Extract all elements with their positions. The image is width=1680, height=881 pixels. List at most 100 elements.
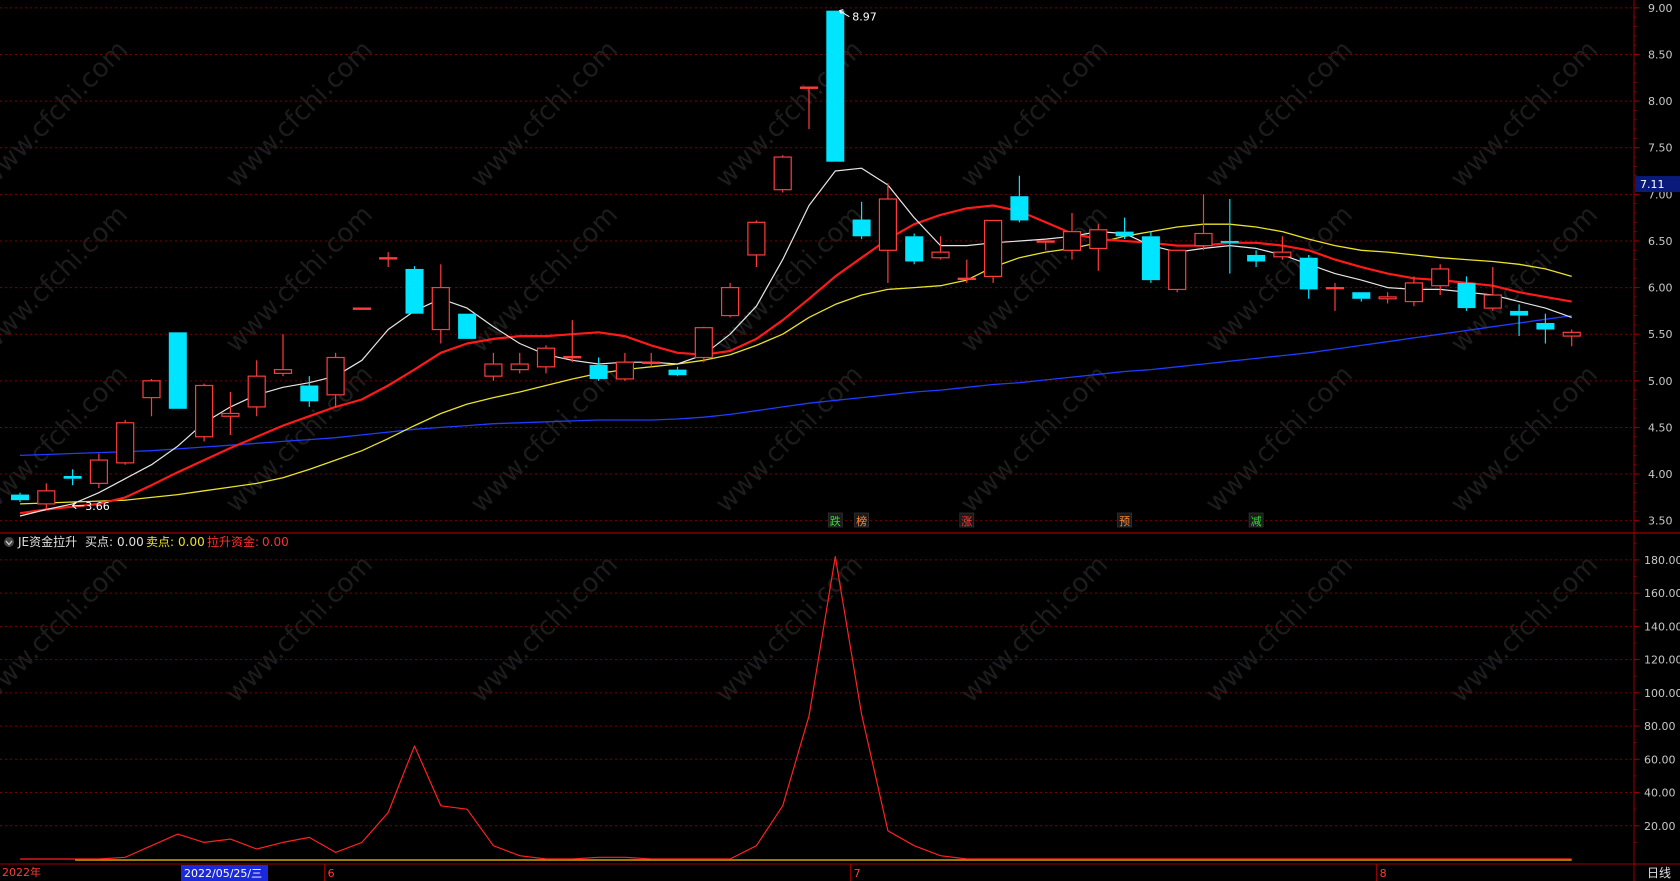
price-tick-label: 9.00 (1648, 2, 1673, 15)
candle[interactable] (89, 453, 109, 489)
candle-body-down (1141, 236, 1160, 281)
watermark-text: www.cfchi.com (955, 550, 1114, 709)
event-marker-label: 涨 (961, 515, 972, 528)
buy-label: 买点: (85, 535, 113, 549)
candle-body-up (37, 490, 56, 505)
candle-body-down (1220, 240, 1239, 243)
watermark-text: www.cfchi.com (1445, 550, 1604, 709)
period-label[interactable]: 日线 (1647, 866, 1671, 880)
candle[interactable] (1247, 250, 1266, 268)
candle[interactable] (642, 352, 661, 367)
candle-body-up (720, 286, 740, 317)
candle[interactable] (536, 345, 556, 374)
candle[interactable] (1325, 282, 1345, 311)
candle[interactable] (1562, 329, 1581, 347)
candle-body-up (1378, 296, 1397, 300)
candle[interactable] (826, 10, 845, 162)
candle[interactable] (694, 326, 713, 363)
candle[interactable] (905, 233, 924, 265)
watermark-text: www.cfchi.com (955, 200, 1114, 359)
candle[interactable] (1352, 292, 1371, 302)
candle[interactable] (615, 352, 635, 381)
watermark-text: www.cfchi.com (465, 360, 624, 519)
candle[interactable] (1404, 276, 1424, 307)
candle[interactable] (1194, 194, 1213, 251)
candle[interactable] (1168, 249, 1187, 293)
candle-body-up (352, 307, 371, 310)
candle[interactable] (1115, 217, 1134, 240)
indicator-tick-label: 160.00 (1644, 587, 1680, 600)
candle-body-up (1089, 229, 1108, 250)
candle-body-up (747, 221, 766, 256)
collapse-icon[interactable] (4, 537, 14, 547)
watermark-text: www.cfchi.com (0, 35, 134, 194)
candle-body-up (431, 286, 450, 331)
indicator-legend: JE资金拉升 买点: 0.00 卖点: 0.00 拉升资金: 0.00 (4, 534, 289, 549)
indicator-tick-label: 20.00 (1644, 820, 1676, 833)
candle-body-up (615, 361, 635, 380)
candle[interactable] (589, 357, 608, 381)
candle[interactable] (195, 383, 214, 442)
candle-body-up (642, 361, 661, 364)
candle-body-up (379, 257, 398, 260)
candle[interactable] (1141, 231, 1160, 283)
current-price-label: 7.11 (1640, 178, 1665, 191)
candle[interactable] (668, 366, 687, 377)
candle[interactable] (1220, 199, 1239, 274)
candle-body-down (1010, 196, 1029, 221)
candle[interactable] (405, 266, 424, 314)
candle[interactable] (142, 378, 161, 417)
buy-value: 0.00 (117, 535, 144, 549)
candle-body-up (116, 422, 135, 464)
watermark-text: www.cfchi.com (220, 550, 379, 709)
candle[interactable] (168, 332, 187, 409)
month-label: 8 (1380, 867, 1387, 880)
candle[interactable] (852, 201, 871, 240)
candle[interactable] (1089, 224, 1108, 271)
candle-body-up (142, 380, 161, 399)
indicator-tick-label: 180.00 (1644, 554, 1680, 567)
stock-chart[interactable]: www.cfchi.com www.cfchi.com www.cfchi.com w… (0, 0, 1680, 881)
candle[interactable] (37, 483, 56, 510)
candle[interactable] (957, 259, 976, 283)
candle[interactable] (1299, 254, 1318, 299)
candle[interactable] (773, 155, 792, 193)
indicator-tick-label: 80.00 (1644, 720, 1676, 733)
candle[interactable] (352, 307, 371, 310)
candle[interactable] (878, 183, 898, 283)
candle[interactable] (563, 320, 582, 363)
candle-body-up (1483, 294, 1502, 309)
candle[interactable] (379, 252, 398, 268)
candle-body-up (563, 355, 582, 359)
price-tick-label: 3.50 (1648, 515, 1673, 528)
candle[interactable] (247, 360, 266, 417)
candle[interactable] (720, 282, 740, 318)
candle[interactable] (63, 469, 82, 486)
watermark-text: www.cfchi.com (955, 360, 1114, 519)
candle[interactable] (431, 264, 450, 344)
candle[interactable] (510, 352, 529, 374)
candle-body-down (1115, 231, 1134, 237)
candle-body-down (458, 313, 477, 339)
candle[interactable] (221, 392, 240, 435)
watermark-text: www.cfchi.com (1200, 550, 1359, 709)
candle[interactable] (747, 220, 766, 268)
candle-body-down (300, 385, 319, 402)
indicator-name: JE资金拉升 (17, 534, 77, 549)
price-tick-label: 4.00 (1648, 468, 1673, 481)
candle-body-up (1404, 282, 1424, 303)
candle[interactable] (1378, 292, 1397, 304)
candle[interactable] (458, 313, 477, 339)
candle[interactable] (1010, 175, 1029, 223)
candle-body-up (510, 363, 529, 371)
month-label: 6 (328, 867, 335, 880)
event-marker-label: 减 (1251, 515, 1262, 528)
candle[interactable] (983, 219, 1003, 283)
event-marker-label: 榜 (856, 514, 867, 528)
candle[interactable] (116, 419, 135, 465)
watermark-text: www.cfchi.com (1445, 35, 1604, 194)
candle-body-down (1510, 310, 1529, 316)
candle[interactable] (273, 334, 293, 377)
indicator-tick-label: 40.00 (1644, 787, 1676, 800)
candle-body-down (63, 475, 82, 479)
